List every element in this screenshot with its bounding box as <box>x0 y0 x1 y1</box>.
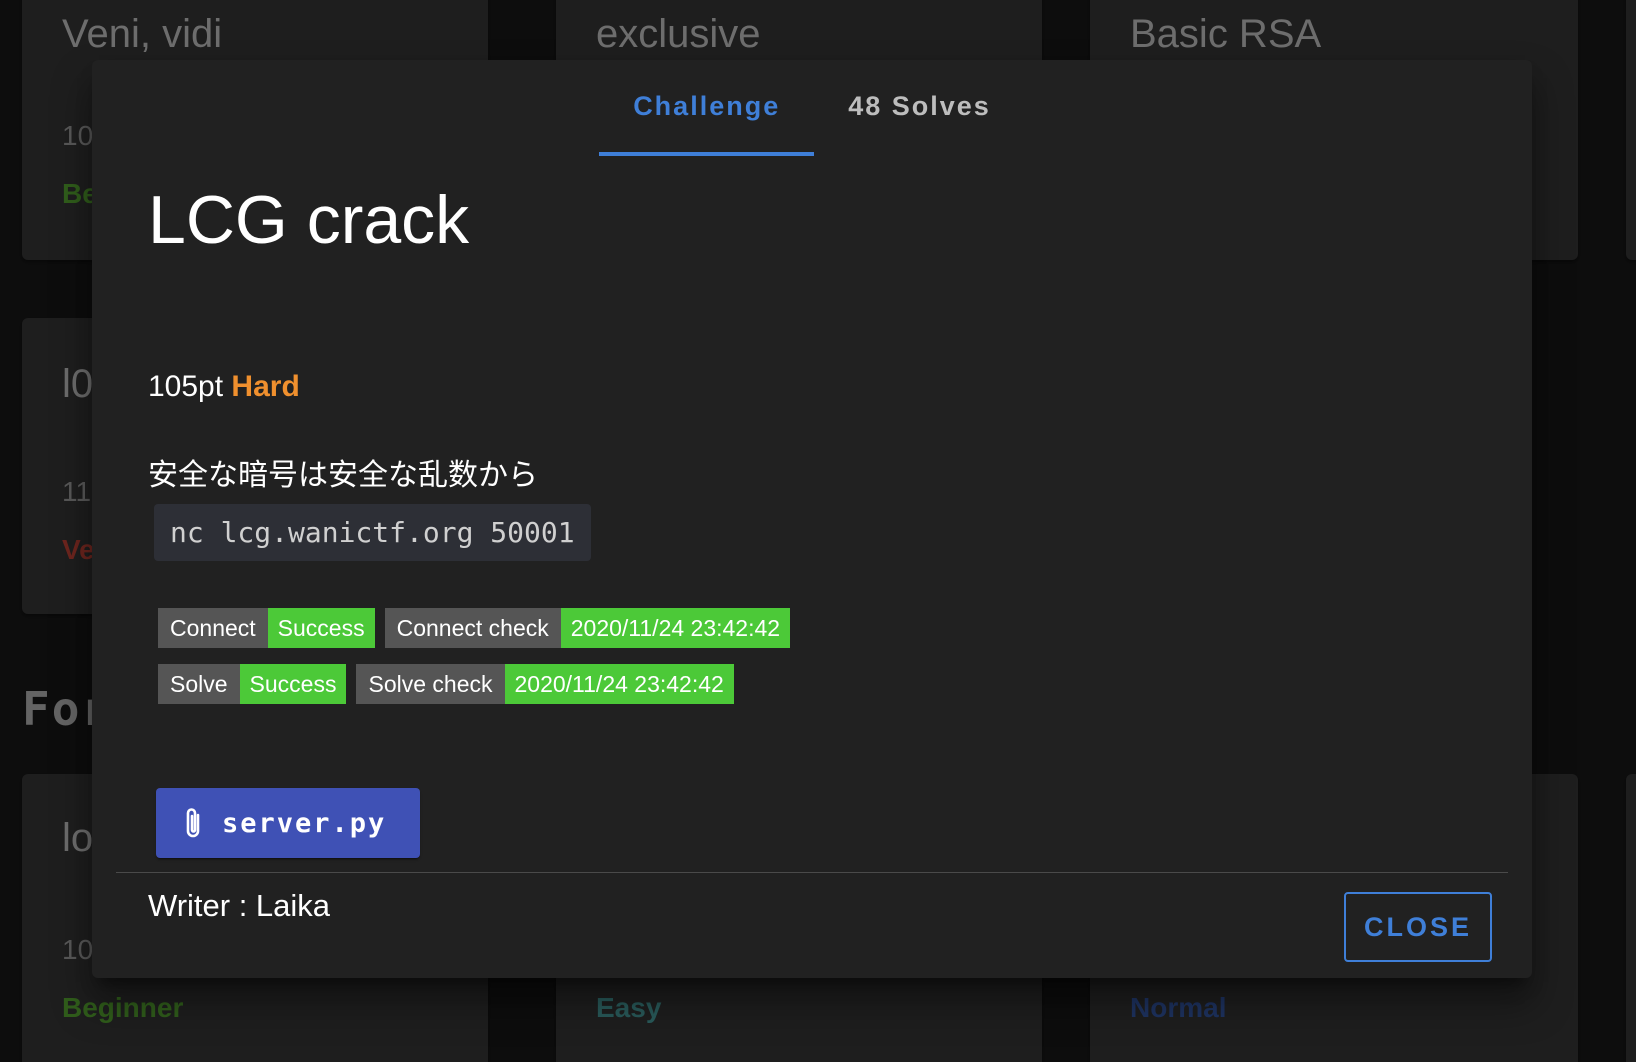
solve-check-badge: Solve check 2020/11/24 23:42:42 <box>356 664 734 704</box>
page: Veni, vidi 10 Be exclusive Basic RSA l0 … <box>0 0 1636 1062</box>
badge-label: Solve check <box>356 664 505 704</box>
badge-label: Connect check <box>384 608 561 648</box>
download-file-button[interactable]: server.py <box>156 788 421 858</box>
close-button[interactable]: CLOSE <box>1343 892 1492 962</box>
challenge-dialog: Challenge 48 Solves LCG crack 105pt Hard… <box>92 60 1532 978</box>
badge-label: Connect <box>158 608 268 648</box>
solve-status-badge: Solve Success <box>158 664 347 704</box>
connect-check-badge: Connect check 2020/11/24 23:42:42 <box>384 608 791 648</box>
points-line: 105pt Hard <box>148 370 300 404</box>
tab-solves[interactable]: 48 Solves <box>814 60 1025 156</box>
challenge-title: LCG crack <box>148 182 470 258</box>
dialog-divider <box>116 872 1508 873</box>
paperclip-icon <box>182 806 204 840</box>
badge-value: 2020/11/24 23:42:42 <box>504 664 734 704</box>
challenge-points: 105pt <box>148 370 224 403</box>
badge-row: Connect Success Connect check 2020/11/24… <box>158 608 791 648</box>
badge-row: Solve Success Solve check 2020/11/24 23:… <box>158 664 734 704</box>
badge-value: Success <box>267 608 375 648</box>
connect-status-badge: Connect Success <box>158 608 375 648</box>
tab-challenge[interactable]: Challenge <box>599 60 815 156</box>
badge-value: 2020/11/24 23:42:42 <box>560 608 791 648</box>
challenge-description: 安全な暗号は安全な乱数から <box>148 458 538 493</box>
badge-value: Success <box>239 664 347 704</box>
file-name: server.py <box>222 807 387 839</box>
connection-command: nc lcg.wanictf.org 50001 <box>154 504 591 561</box>
writer-credit: Writer : Laika <box>148 888 331 923</box>
badge-label: Solve <box>158 664 240 704</box>
challenge-difficulty: Hard <box>231 370 300 403</box>
